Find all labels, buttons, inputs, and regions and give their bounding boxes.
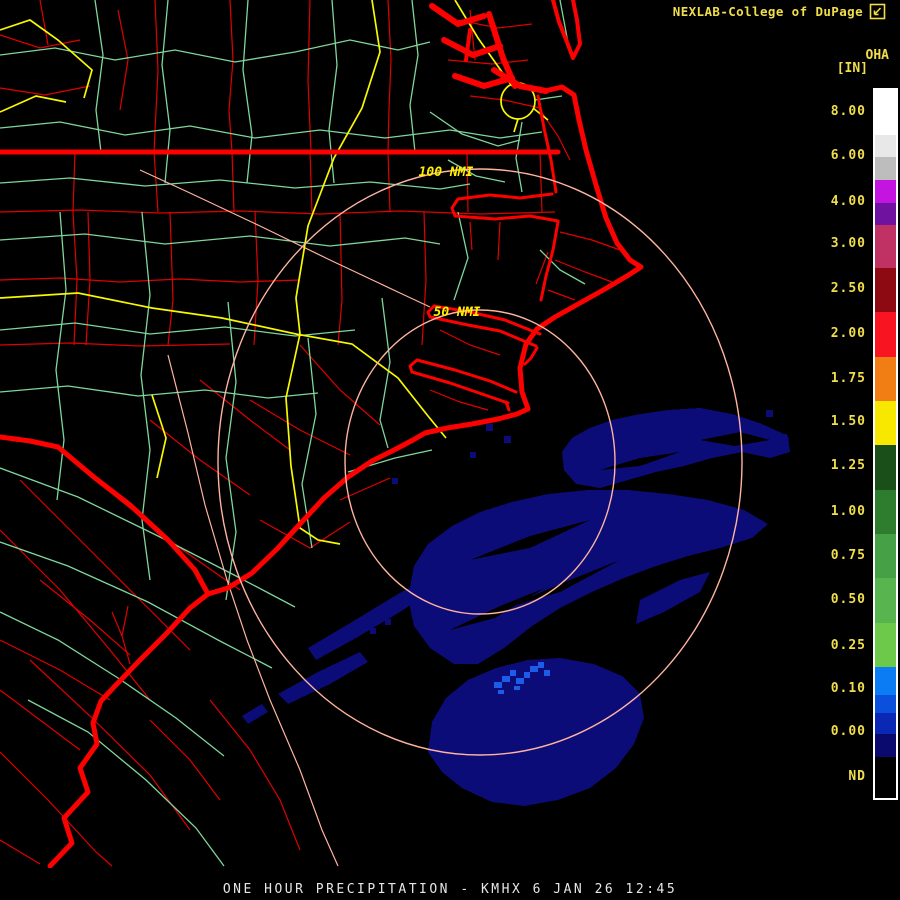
legend-value-label: 3.00 xyxy=(830,236,866,251)
legend-color-segment xyxy=(875,445,896,490)
legend-color-segment xyxy=(875,135,896,157)
radar-viewport: 100 NMI 50 NMI NEXLAB-College of DuPage … xyxy=(0,0,900,900)
legend-color-segment xyxy=(875,312,896,357)
legend-value-label: 2.00 xyxy=(830,326,866,341)
legend-value-label: 8.00 xyxy=(830,104,866,119)
legend-color-segment xyxy=(875,90,896,135)
legend-product-code: OHA xyxy=(865,48,889,63)
sound-mainland-shore xyxy=(504,94,560,412)
legend-color-segment xyxy=(875,203,896,225)
legend-color-segment xyxy=(875,225,896,268)
legend-value-label: 1.50 xyxy=(830,414,866,429)
range-ring-50nmi-label: 50 NMI xyxy=(434,305,481,320)
legend-value-label: 0.50 xyxy=(830,592,866,607)
legend-value-label: 0.75 xyxy=(830,548,866,563)
legend-value-label: 0.10 xyxy=(830,681,866,696)
legend-color-segment xyxy=(875,695,896,713)
legend-color-segment xyxy=(875,401,896,445)
radar-map-canvas: 100 NMI 50 NMI xyxy=(0,0,790,869)
legend-value-labels: 8.00 6.00 4.00 3.00 2.50 2.00 1.75 1.50 1.25 1.00… xyxy=(766,0,866,800)
legend-color-segment xyxy=(875,623,896,667)
cod-nexlab-logo-icon xyxy=(869,3,886,20)
legend-color-segment xyxy=(875,667,896,695)
legend-color-bar xyxy=(873,88,898,800)
road-layer-salmon xyxy=(139,169,431,867)
legend-value-label: 2.50 xyxy=(830,281,866,296)
legend-value-label: 4.00 xyxy=(830,194,866,209)
legend-color-segment xyxy=(875,180,896,203)
delmarva-peninsula xyxy=(551,0,582,60)
legend-value-label: 0.25 xyxy=(830,638,866,653)
legend-color-segment xyxy=(875,157,896,180)
range-ring-100nmi-label: 100 NMI xyxy=(419,165,474,180)
legend-color-segment xyxy=(875,734,896,757)
state-border-nc-sc xyxy=(0,434,211,597)
legend-color-segment xyxy=(875,578,896,623)
hampton-roads-rivers xyxy=(429,3,549,94)
legend-color-segment xyxy=(875,713,896,734)
legend-value-label: 6.00 xyxy=(830,148,866,163)
legend-value-label: ND xyxy=(848,769,866,784)
legend-color-segment xyxy=(875,268,896,312)
legend-color-segment xyxy=(875,757,896,798)
legend-value-label: 0.00 xyxy=(830,724,866,739)
legend-value-label: 1.25 xyxy=(830,458,866,473)
legend-color-segment xyxy=(875,490,896,534)
legend-color-segment xyxy=(875,357,896,401)
neuse-river-shore xyxy=(408,358,518,405)
product-title-text: ONE HOUR PRECIPITATION - KMHX 6 JAN 26 1… xyxy=(222,882,678,897)
footer-bar: ONE HOUR PRECIPITATION - KMHX 6 JAN 26 1… xyxy=(0,868,900,900)
legend-value-label: 1.75 xyxy=(830,371,866,386)
legend-color-segment xyxy=(875,534,896,578)
legend-value-label: 1.00 xyxy=(830,504,866,519)
